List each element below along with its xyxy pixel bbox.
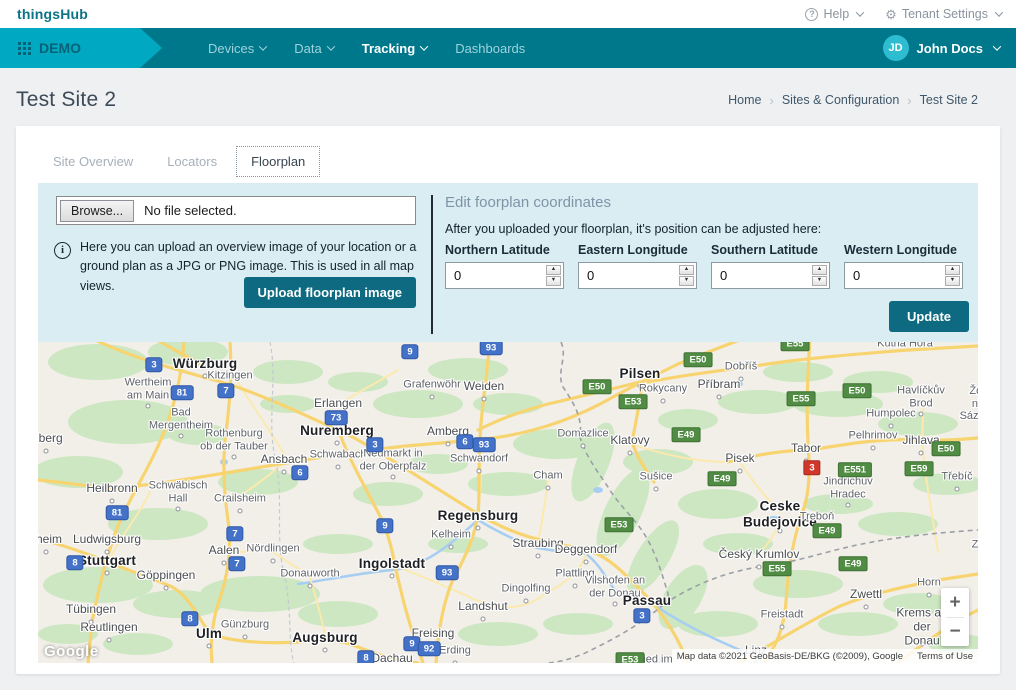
- field-western-longitude: Western Longitude ▲▼: [844, 243, 963, 289]
- brand-logo[interactable]: thingsHub: [17, 6, 88, 22]
- gear-icon: ⚙: [885, 8, 897, 21]
- nav-item-data[interactable]: Data: [280, 41, 347, 56]
- file-status-text: No file selected.: [144, 203, 237, 218]
- browse-button[interactable]: Browse...: [60, 200, 134, 222]
- tab-site-overview[interactable]: Site Overview: [38, 146, 148, 177]
- coordinates-description: After you uploaded your floorplan, it's …: [445, 222, 978, 236]
- help-label: Help: [823, 7, 849, 21]
- tenant-settings-menu[interactable]: ⚙ Tenant Settings: [885, 7, 1002, 21]
- nav-item-label: Dashboards: [455, 41, 525, 56]
- spinner-down-button[interactable]: ▼: [679, 276, 694, 286]
- spinner-up-button[interactable]: ▲: [812, 265, 827, 275]
- number-spinner: ▲▼: [812, 265, 827, 286]
- tenant-settings-label: Tenant Settings: [902, 7, 988, 21]
- eastern-longitude-input-wrap: ▲▼: [578, 262, 697, 289]
- spinner-down-button[interactable]: ▼: [812, 276, 827, 286]
- nav-item-label: Data: [294, 41, 321, 56]
- map-zoom-control: + −: [941, 588, 969, 646]
- map-canvas[interactable]: WürzburgKitzingenWertheim am MainBad Mer…: [38, 342, 978, 663]
- spinner-up-button[interactable]: ▲: [546, 265, 561, 275]
- zoom-in-button[interactable]: +: [941, 588, 969, 617]
- spinner-up-button[interactable]: ▲: [679, 265, 694, 275]
- main-nav: DEMO Devices Data Tracking Dashboards JD Jo…: [0, 28, 1016, 68]
- breadcrumb-item-test-site-2: Test Site 2: [920, 93, 978, 107]
- user-menu[interactable]: JD John Docs: [883, 35, 1000, 61]
- nav-item-dashboards[interactable]: Dashboards: [441, 41, 539, 56]
- coordinates-section: Edit foorplan coordinates After you uplo…: [445, 183, 978, 342]
- spinner-up-button[interactable]: ▲: [945, 265, 960, 275]
- spinner-down-button[interactable]: ▼: [546, 276, 561, 286]
- chevron-down-icon: [420, 42, 428, 50]
- coordinates-fields: Northern Latitude▲▼Eastern Longitude▲▼So…: [445, 243, 978, 289]
- zoom-out-button[interactable]: −: [941, 618, 969, 647]
- field-label: Western Longitude: [844, 243, 963, 257]
- nav-item-tracking[interactable]: Tracking: [348, 41, 441, 56]
- coordinates-heading: Edit foorplan coordinates: [445, 194, 978, 211]
- panel-divider: [431, 195, 433, 334]
- user-name: John Docs: [917, 41, 983, 56]
- map-graphics: [38, 342, 978, 663]
- site-selector[interactable]: DEMO: [0, 28, 162, 68]
- chevron-down-icon: [856, 8, 864, 16]
- file-input[interactable]: Browse... No file selected.: [56, 196, 416, 225]
- field-label: Eastern Longitude: [578, 243, 697, 257]
- field-label: Northern Latitude: [445, 243, 564, 257]
- number-spinner: ▲▼: [546, 265, 561, 286]
- nav-item-label: Tracking: [362, 41, 415, 56]
- breadcrumb-item-sites-configuration[interactable]: Sites & Configuration: [782, 93, 899, 107]
- chevron-down-icon: [993, 42, 1001, 50]
- nav-item-devices[interactable]: Devices: [194, 41, 280, 56]
- number-spinner: ▲▼: [945, 265, 960, 286]
- grid-icon: [18, 42, 31, 55]
- help-icon: ?: [805, 8, 818, 21]
- chevron-down-icon: [995, 8, 1003, 16]
- avatar: JD: [883, 35, 909, 61]
- terms-of-use-link[interactable]: Terms of Use: [917, 651, 973, 662]
- chevron-down-icon: [326, 42, 334, 50]
- southern-latitude-input-wrap: ▲▼: [711, 262, 830, 289]
- page-title: Test Site 2: [16, 88, 116, 112]
- nav-menu: Devices Data Tracking Dashboards: [194, 41, 539, 56]
- site-name: DEMO: [39, 40, 81, 56]
- tab-bar: Site OverviewLocatorsFloorplan: [38, 146, 978, 177]
- top-bar: thingsHub ? Help ⚙ Tenant Settings: [0, 0, 1016, 28]
- number-spinner: ▲▼: [679, 265, 694, 286]
- breadcrumb-separator: ›: [770, 93, 774, 108]
- content-card: Site OverviewLocatorsFloorplan Browse...…: [16, 126, 1000, 674]
- help-menu[interactable]: ? Help: [805, 7, 863, 21]
- tab-floorplan[interactable]: Floorplan: [236, 146, 320, 177]
- field-northern-latitude: Northern Latitude ▲▼: [445, 243, 564, 289]
- northern-latitude-input-wrap: ▲▼: [445, 262, 564, 289]
- nav-item-label: Devices: [208, 41, 254, 56]
- update-button[interactable]: Update: [889, 301, 969, 332]
- tab-locators[interactable]: Locators: [152, 146, 232, 177]
- upload-floorplan-button[interactable]: Upload floorplan image: [244, 277, 416, 308]
- info-icon: i: [54, 242, 71, 259]
- chevron-down-icon: [259, 42, 267, 50]
- spinner-down-button[interactable]: ▼: [945, 276, 960, 286]
- field-eastern-longitude: Eastern Longitude ▲▼: [578, 243, 697, 289]
- breadcrumb-item-home[interactable]: Home: [728, 93, 761, 107]
- map-attribution: Map data ©2021 GeoBasis-DE/BKG (©2009), …: [677, 651, 903, 662]
- floorplan-panel: Browse... No file selected. i Here you c…: [38, 183, 978, 342]
- field-label: Southern Latitude: [711, 243, 830, 257]
- breadcrumb-separator: ›: [907, 93, 911, 108]
- breadcrumb: Home › Sites & Configuration › Test Site 2: [728, 93, 978, 108]
- field-southern-latitude: Southern Latitude ▲▼: [711, 243, 830, 289]
- upload-section: Browse... No file selected. i Here you c…: [38, 183, 431, 342]
- western-longitude-input-wrap: ▲▼: [844, 262, 963, 289]
